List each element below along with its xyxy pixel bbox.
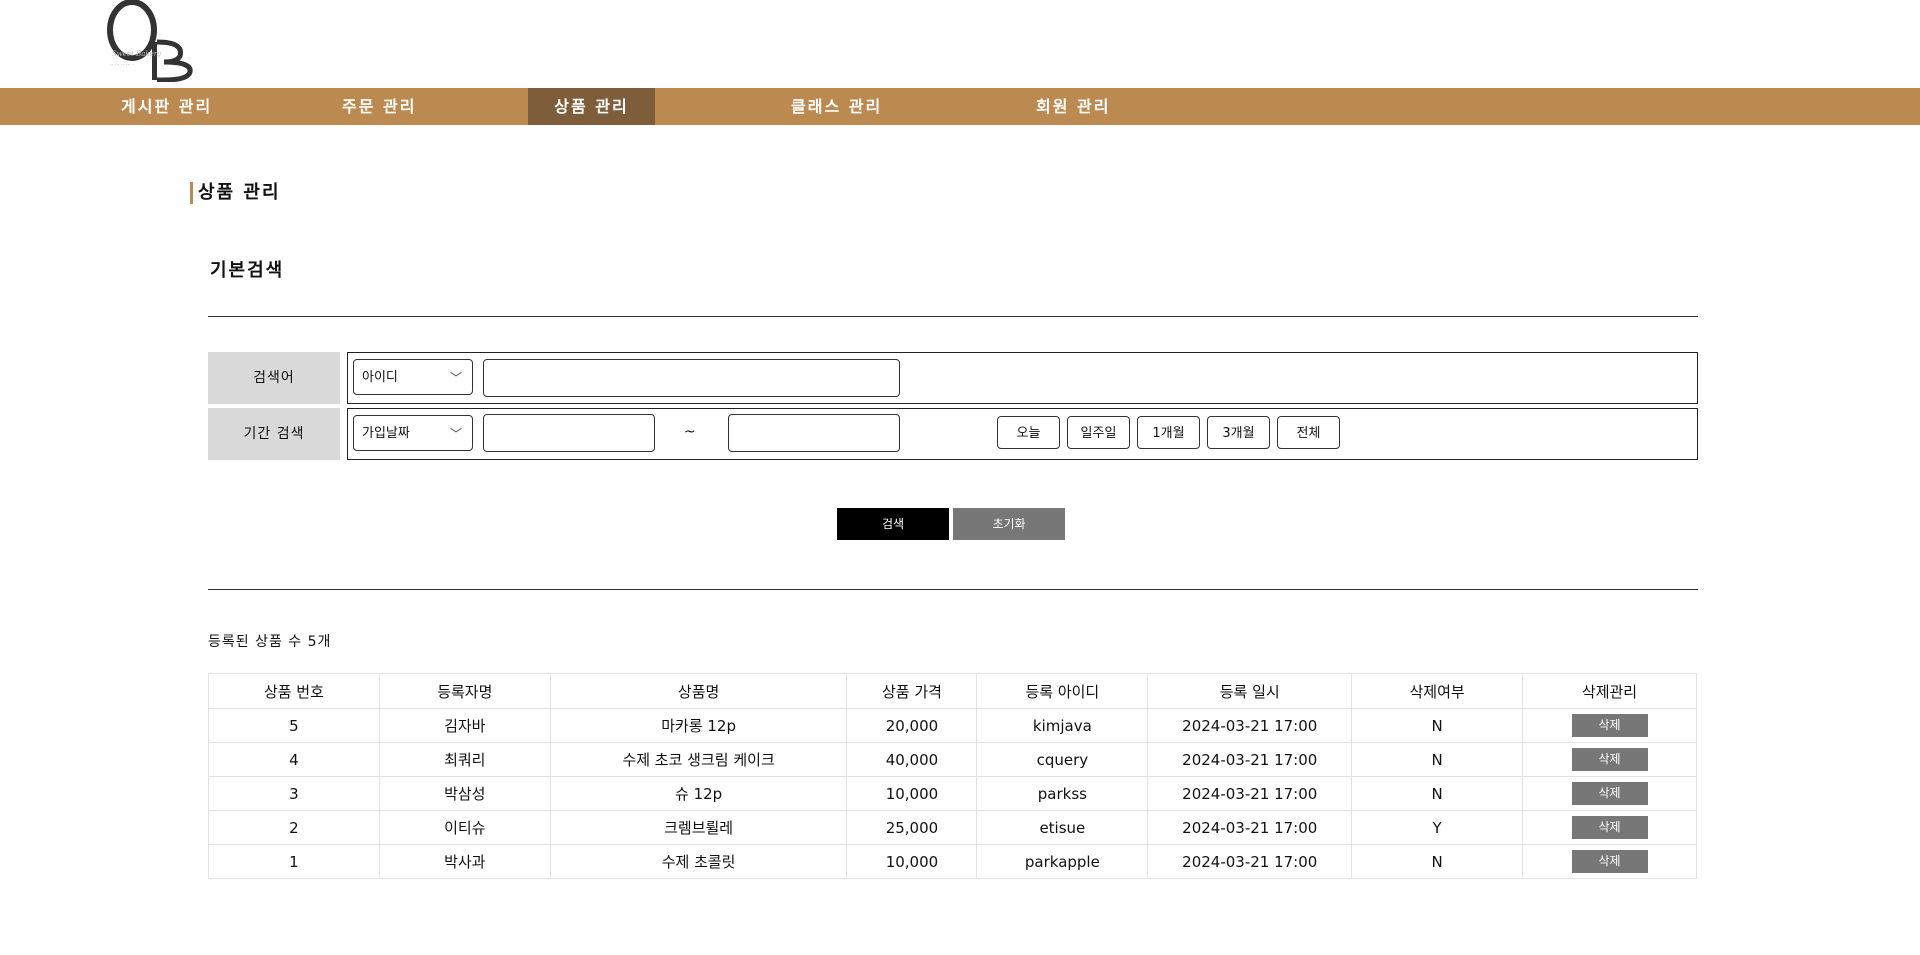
period-week-button[interactable]: 일주일 <box>1067 416 1130 449</box>
table-row: 5 김자바 마카롱 12p 20,000 kimjava 2024-03-21 … <box>208 708 1697 743</box>
cell-user-id: etisue <box>976 810 1149 845</box>
cell-deleted: N <box>1351 742 1524 777</box>
search-section-title: 기본검색 <box>210 260 285 281</box>
column-header: 상품 번호 <box>208 673 380 709</box>
keyword-type-value: 아이디 <box>362 370 398 385</box>
date-range-tilde: ~ <box>684 424 696 440</box>
column-header: 삭제관리 <box>1522 673 1697 709</box>
nav-item-products[interactable]: 상품 관리 <box>528 88 655 125</box>
period-row: 가입날짜 ﹀ ~ 오늘 일주일 1개월 3개월 전체 <box>347 408 1698 460</box>
cell-user-id: parkss <box>976 776 1149 811</box>
keyword-row: 아이디 ﹀ <box>347 352 1698 404</box>
cell-action: 삭제 <box>1522 844 1697 879</box>
period-all-button[interactable]: 전체 <box>1277 416 1340 449</box>
column-header: 상품 가격 <box>846 673 978 709</box>
table-row: 4 최쿼리 수제 초코 생크림 케이크 40,000 cquery 2024-0… <box>208 742 1697 777</box>
nav-item-orders[interactable]: 주문 관리 <box>342 88 416 125</box>
date-to-input[interactable] <box>728 414 900 452</box>
nav-item-classes[interactable]: 클래스 관리 <box>791 88 882 125</box>
cell-product-name: 마카롱 12p <box>549 708 848 743</box>
cell-price: 40,000 <box>846 742 978 777</box>
period-type-select[interactable]: 가입날짜 ﹀ <box>353 415 473 451</box>
cell-action: 삭제 <box>1522 742 1697 777</box>
cell-product-name: 수제 초코 생크림 케이크 <box>549 742 848 777</box>
delete-button[interactable]: 삭제 <box>1571 850 1648 873</box>
cell-user-id: cquery <box>976 742 1149 777</box>
period-3month-button[interactable]: 3개월 <box>1207 416 1270 449</box>
cell-deleted: N <box>1351 708 1524 743</box>
period-today-button[interactable]: 오늘 <box>997 416 1060 449</box>
divider-bottom <box>208 589 1698 590</box>
cell-price: 20,000 <box>846 708 978 743</box>
period-1month-button[interactable]: 1개월 <box>1137 416 1200 449</box>
cell-action: 삭제 <box>1522 810 1697 845</box>
cell-product-name: 슈 12p <box>549 776 848 811</box>
period-type-value: 가입날짜 <box>362 426 410 441</box>
column-header: 등록자명 <box>378 673 551 709</box>
cell-deleted: Y <box>1351 810 1524 845</box>
table-row: 2 이티슈 크렘브륄레 25,000 etisue 2024-03-21 17:… <box>208 810 1697 845</box>
cell-price: 10,000 <box>846 776 978 811</box>
cell-registrant: 이티슈 <box>378 810 551 845</box>
cell-price: 10,000 <box>846 844 978 879</box>
cell-date: 2024-03-21 17:00 <box>1147 810 1353 845</box>
nav-item-board[interactable]: 게시판 관리 <box>121 88 212 125</box>
cell-product-name: 수제 초콜릿 <box>549 844 848 879</box>
cell-product-name: 크렘브륄레 <box>549 810 848 845</box>
nav-item-members[interactable]: 회원 관리 <box>1036 88 1110 125</box>
delete-button[interactable]: 삭제 <box>1571 782 1648 805</box>
cell-date: 2024-03-21 17:00 <box>1147 844 1353 879</box>
cell-user-id: parkapple <box>976 844 1149 879</box>
cell-product-no: 2 <box>208 810 380 845</box>
keyword-label: 검색어 <box>208 352 340 404</box>
cell-deleted: N <box>1351 844 1524 879</box>
column-header: 삭제여부 <box>1351 673 1524 709</box>
chevron-down-icon: ﹀ <box>449 427 462 441</box>
period-label: 기간 검색 <box>208 408 340 460</box>
page-title-accent <box>190 182 193 204</box>
cell-date: 2024-03-21 17:00 <box>1147 776 1353 811</box>
cell-product-no: 5 <box>208 708 380 743</box>
svg-text:Sweet Bakery: Sweet Bakery <box>112 50 162 58</box>
main-nav: 게시판 관리 주문 관리 상품 관리 클래스 관리 회원 관리 <box>0 88 1920 125</box>
keyword-input[interactable] <box>483 359 900 397</box>
cell-registrant: 박삼성 <box>378 776 551 811</box>
divider-top <box>208 316 1698 317</box>
ob-logo-icon[interactable]: Sweet Bakery ·· ··· ·· ··· · <box>104 0 196 82</box>
cell-registrant: 최쿼리 <box>378 742 551 777</box>
delete-button[interactable]: 삭제 <box>1571 714 1648 737</box>
column-header: 등록 일시 <box>1147 673 1353 709</box>
product-table: 상품 번호 등록자명 상품명 상품 가격 등록 아이디 등록 일시 삭제여부 삭… <box>208 673 1697 879</box>
delete-button[interactable]: 삭제 <box>1571 748 1648 771</box>
column-header: 상품명 <box>549 673 848 709</box>
cell-price: 25,000 <box>846 810 978 845</box>
table-row: 3 박삼성 슈 12p 10,000 parkss 2024-03-21 17:… <box>208 776 1697 811</box>
cell-product-no: 3 <box>208 776 380 811</box>
cell-action: 삭제 <box>1522 708 1697 743</box>
delete-button[interactable]: 삭제 <box>1571 816 1648 839</box>
page-title: 상품 관리 <box>198 182 281 203</box>
cell-date: 2024-03-21 17:00 <box>1147 742 1353 777</box>
cell-deleted: N <box>1351 776 1524 811</box>
reset-button[interactable]: 초기화 <box>953 508 1065 540</box>
cell-product-no: 1 <box>208 844 380 879</box>
cell-action: 삭제 <box>1522 776 1697 811</box>
cell-product-no: 4 <box>208 742 380 777</box>
cell-user-id: kimjava <box>976 708 1149 743</box>
cell-registrant: 김자바 <box>378 708 551 743</box>
table-header-row: 상품 번호 등록자명 상품명 상품 가격 등록 아이디 등록 일시 삭제여부 삭… <box>208 673 1697 709</box>
keyword-type-select[interactable]: 아이디 ﹀ <box>353 359 473 395</box>
product-count: 등록된 상품 수 5개 <box>208 634 332 650</box>
cell-date: 2024-03-21 17:00 <box>1147 708 1353 743</box>
table-row: 1 박사과 수제 초콜릿 10,000 parkapple 2024-03-21… <box>208 844 1697 879</box>
date-from-input[interactable] <box>483 414 655 452</box>
svg-text:·· ··· ·· ··· ·: ·· ··· ·· ··· · <box>110 62 134 68</box>
column-header: 등록 아이디 <box>976 673 1149 709</box>
search-button[interactable]: 검색 <box>837 508 949 540</box>
chevron-down-icon: ﹀ <box>449 371 462 385</box>
cell-registrant: 박사과 <box>378 844 551 879</box>
